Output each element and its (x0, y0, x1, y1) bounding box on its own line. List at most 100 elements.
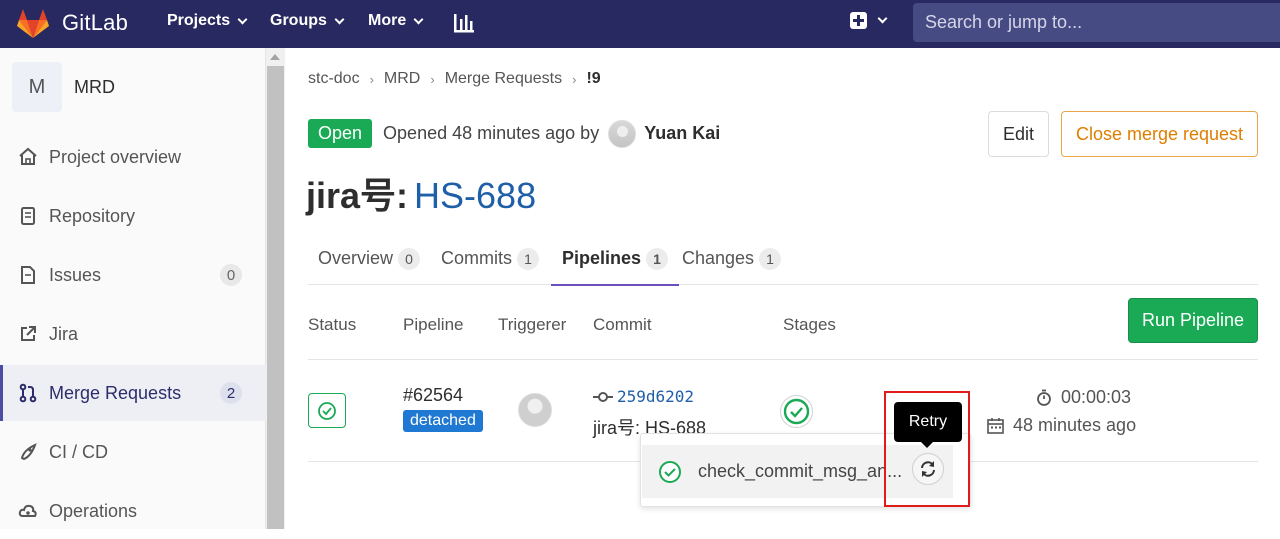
nav-more[interactable]: More (368, 12, 424, 30)
tab-commits[interactable]: Commits 1 (441, 232, 539, 285)
new-item-dropdown[interactable] (850, 12, 888, 29)
author-name[interactable]: Yuan Kai (644, 123, 720, 144)
nav-projects-label: Projects (167, 12, 231, 29)
sidebar-item-repository[interactable]: Repository (0, 188, 266, 244)
tab-pipelines[interactable]: Pipelines 1 (550, 232, 680, 286)
chevron-down-icon (334, 14, 345, 24)
nav-projects[interactable]: Projects (167, 12, 248, 30)
edit-button[interactable]: Edit (988, 111, 1049, 157)
gitlab-tanuki-icon (17, 9, 49, 38)
activity-chart-icon[interactable] (453, 12, 475, 34)
merge-request-tabs: Overview 0 Commits 1 Pipelines 1 Changes… (308, 232, 1258, 286)
top-navbar: GitLab Projects Groups More (0, 0, 1280, 48)
merge-requests-count-badge: 2 (220, 382, 242, 404)
sidebar-item-label: CI / CD (49, 441, 109, 462)
pipeline-id-link[interactable]: #62564 (403, 385, 463, 406)
breadcrumb-item-current[interactable]: !9 (586, 70, 600, 88)
sidebar-item-label: Operations (49, 500, 138, 521)
opened-info: Opened 48 minutes ago by (383, 123, 600, 143)
project-header[interactable]: M MRD (12, 62, 115, 112)
search-box[interactable] (913, 3, 1280, 42)
check-circle-icon (783, 398, 810, 425)
sidebar-item-label: Issues (49, 264, 102, 285)
sidebar-item-project-overview[interactable]: Project overview (0, 129, 266, 185)
breadcrumb-item-group[interactable]: stc-doc (308, 70, 360, 88)
sidebar-item-label: Jira (49, 323, 79, 344)
tab-label: Pipelines (562, 248, 642, 268)
commit-sha: 259d6202 (617, 387, 695, 406)
commit-icon (593, 391, 613, 402)
pipeline-finished-at: 48 minutes ago (987, 415, 1136, 436)
pipeline-status-passed[interactable] (308, 393, 346, 428)
run-pipeline-button[interactable]: Run Pipeline (1128, 298, 1258, 343)
external-link-icon (18, 324, 38, 344)
tab-count-badge: 1 (759, 247, 782, 270)
sidebar-item-merge-requests[interactable]: Merge Requests 2 (0, 365, 266, 421)
cloud-gear-icon (18, 501, 38, 521)
tab-label: Commits (441, 248, 512, 268)
page-title: jira号: HS-688 (306, 167, 536, 219)
sidebar-scrollbar[interactable] (266, 48, 285, 529)
sidebar-item-label: Repository (49, 205, 136, 226)
chevron-down-icon (237, 14, 248, 24)
column-header-stages: Stages (783, 315, 836, 334)
plus-icon (850, 12, 867, 29)
sidebar-item-issues[interactable]: Issues 0 (0, 247, 266, 303)
sidebar-item-label: Project overview (49, 146, 182, 167)
author-avatar[interactable] (608, 119, 637, 148)
project-avatar: M (12, 62, 62, 112)
check-circle-icon (659, 460, 681, 483)
nav-groups-label: Groups (270, 12, 327, 29)
table-divider (308, 359, 1258, 360)
title-prefix: jira号: (306, 175, 409, 216)
chevron-right-icon: › (369, 71, 374, 87)
title-issue-link[interactable]: HS-688 (414, 175, 536, 216)
commit-sha-link[interactable]: 259d6202 (593, 387, 694, 406)
gitlab-logo[interactable]: GitLab (16, 7, 128, 39)
tab-count-badge: 1 (646, 247, 669, 270)
breadcrumb-item-project[interactable]: MRD (384, 70, 420, 88)
merge-request-icon (18, 383, 38, 403)
breadcrumb: stc-doc › MRD › Merge Requests › !9 (308, 70, 601, 88)
search-input[interactable] (913, 3, 1280, 42)
document-icon (18, 206, 38, 226)
chevron-right-icon: › (572, 71, 577, 87)
check-circle-icon (318, 401, 336, 420)
sidebar-item-ci-cd[interactable]: CI / CD (0, 424, 266, 480)
close-merge-request-button[interactable]: Close merge request (1061, 111, 1258, 157)
issues-icon (18, 265, 38, 285)
pipeline-duration: 00:00:03 (1036, 387, 1131, 408)
brand-name: GitLab (62, 10, 129, 35)
sidebar-item-jira[interactable]: Jira (0, 306, 266, 362)
home-icon (18, 147, 38, 167)
chevron-down-icon (413, 14, 424, 24)
detached-badge: detached (403, 410, 483, 432)
column-header-commit: Commit (593, 315, 652, 334)
scroll-up-arrow-icon[interactable] (270, 54, 280, 60)
annotation-highlight-box (884, 391, 970, 507)
column-header-triggerer: Triggerer (498, 315, 567, 334)
rocket-icon (18, 442, 38, 462)
tab-changes[interactable]: Changes 1 (682, 232, 782, 285)
scrollbar-thumb[interactable] (267, 66, 284, 529)
chevron-down-icon (877, 13, 888, 24)
sidebar-item-label: Merge Requests (49, 382, 182, 403)
calendar-icon (987, 418, 1004, 434)
nav-more-label: More (368, 12, 407, 29)
merge-request-header: Open Opened 48 minutes ago by Yuan Kai (308, 119, 720, 148)
column-header-status: Status (308, 315, 357, 334)
triggerer-avatar[interactable] (518, 393, 552, 427)
stage-status-button[interactable] (780, 395, 813, 428)
tab-overview[interactable]: Overview 0 (318, 232, 421, 285)
finished-time: 48 minutes ago (1013, 415, 1137, 435)
chevron-right-icon: › (430, 71, 435, 87)
project-sidebar: M MRD Project overview Repository Issues… (0, 48, 266, 529)
breadcrumb-item-merge-requests[interactable]: Merge Requests (445, 70, 562, 88)
job-name: check_commit_msg_an... (698, 461, 903, 481)
sidebar-item-operations[interactable]: Operations (0, 483, 266, 539)
project-name: MRD (74, 76, 115, 97)
timer-icon (1037, 389, 1051, 406)
nav-groups[interactable]: Groups (270, 12, 345, 30)
status-badge: Open (308, 119, 373, 148)
duration-value: 00:00:03 (1061, 387, 1132, 407)
